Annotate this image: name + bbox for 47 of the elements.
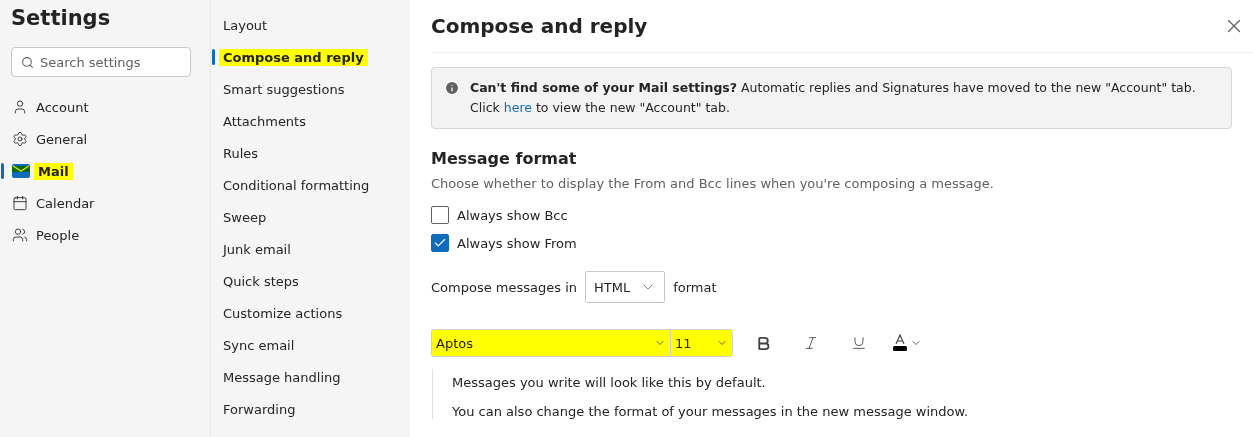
nav-item[interactable]: Calendar	[32, 194, 99, 212]
banner-text: Can't find some of your Mail settings? Automatic replies and Signatures have moved to the new "Account" tab. Click here to view the new "Account" tab.	[470, 79, 1197, 117]
submenu-item[interactable]: Compose and reply	[219, 48, 368, 66]
nav-item[interactable]: General	[32, 130, 92, 148]
submenu-item[interactable]: Attachments	[219, 112, 310, 130]
info-icon	[444, 80, 460, 96]
checkbox-label: Always show Bcc	[457, 207, 568, 223]
section-title: Message format	[431, 149, 578, 168]
submenu-item[interactable]: Conditional formatting	[219, 176, 374, 194]
submenu-item[interactable]: Rules	[219, 144, 263, 162]
checkbox[interactable]	[431, 206, 449, 224]
preview-text: Messages you write will look like this by default.	[452, 375, 767, 390]
settings-title: Settings	[10, 6, 112, 32]
checkbox[interactable]	[431, 234, 449, 252]
compose-label: Compose messages in	[431, 279, 577, 295]
nav-item[interactable]: Mail	[34, 162, 73, 180]
submenu-item[interactable]: Sweep	[219, 208, 271, 226]
italic-icon	[803, 335, 819, 351]
search-icon	[21, 56, 34, 69]
format-label: format	[673, 279, 717, 295]
submenu-item[interactable]: Layout	[219, 16, 272, 34]
size-dropdown[interactable]: 11	[670, 330, 732, 356]
submenu-item[interactable]: Sync email	[219, 336, 299, 354]
underline-icon	[851, 335, 867, 351]
checkmark-icon	[433, 236, 447, 250]
calendar-icon	[12, 195, 28, 211]
submenu-item[interactable]: Forwarding	[219, 400, 300, 418]
font-color-icon	[892, 334, 908, 352]
nav-item[interactable]: People	[32, 226, 84, 244]
mail-icon	[12, 164, 30, 178]
submenu-item[interactable]: Message handling	[219, 368, 345, 386]
gear-icon	[12, 131, 28, 147]
people-icon	[12, 227, 28, 243]
search-field[interactable]: Search settings	[11, 47, 191, 77]
person-icon	[12, 99, 28, 115]
preview-text: You can also change the format of your messages in the new message window.	[452, 404, 970, 419]
submenu-item[interactable]: Smart suggestions	[219, 80, 349, 98]
submenu-item[interactable]: Quick steps	[219, 272, 303, 290]
submenu-item[interactable]: Customize actions	[219, 304, 347, 322]
nav-item[interactable]: Account	[32, 98, 93, 116]
section-description: Choose whether to display the From and Bcc lines when you're composing a message.	[431, 176, 995, 191]
panel-title: Compose and reply	[431, 14, 648, 38]
checkbox-label: Always show From	[457, 235, 577, 251]
format-dropdown[interactable]: HTML	[585, 271, 666, 303]
font-dropdown[interactable]: Aptos	[432, 330, 670, 356]
here-link[interactable]: here	[503, 100, 532, 115]
submenu-item[interactable]: Junk email	[219, 240, 295, 258]
